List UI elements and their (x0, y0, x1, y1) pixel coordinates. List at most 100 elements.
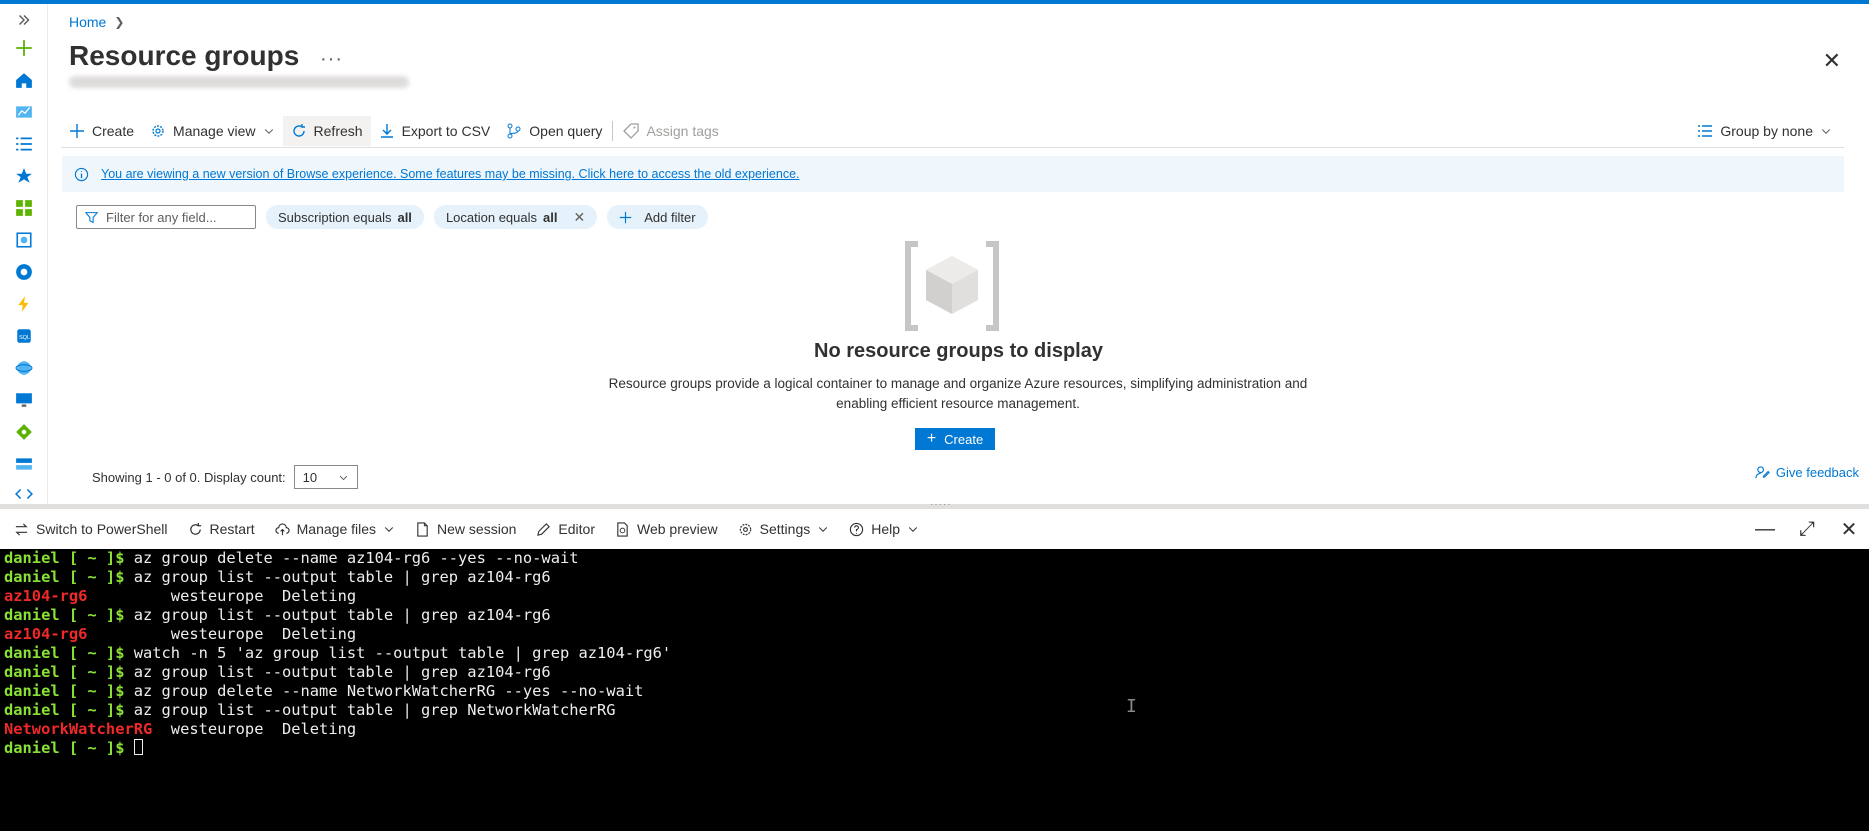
filter-input[interactable]: Filter for any field... (76, 205, 256, 229)
sql-database-icon[interactable]: SQL (14, 326, 34, 346)
subscription-filter-value: all (397, 209, 412, 225)
terminal-prompt: daniel [ ~ ]$ (4, 644, 134, 662)
location-filter-value: all (543, 209, 558, 225)
expand-menu-icon[interactable] (14, 10, 34, 30)
cloud-upload-icon (275, 522, 290, 535)
maximize-icon[interactable]: ⤢ (1797, 518, 1817, 541)
restart-icon (189, 522, 201, 535)
new-session-button[interactable]: New session (405, 514, 526, 544)
display-count-select[interactable]: 10 (293, 465, 358, 489)
remove-filter-icon[interactable]: ✕ (573, 209, 585, 226)
svg-text:SQL: SQL (19, 335, 30, 341)
resource-groups-icon[interactable] (14, 230, 34, 250)
open-query-label: Open query (529, 122, 603, 139)
terminal-output-rest: westeurope Deleting (152, 720, 357, 738)
function-app-icon[interactable] (14, 294, 34, 314)
terminal-prompt: daniel [ ~ ]$ (4, 606, 134, 624)
terminal-command: az group list --output table | grep az10… (133, 568, 551, 586)
switch-powershell-label: Switch to PowerShell (36, 521, 168, 537)
terminal-line: daniel [ ~ ]$ az group list --output tab… (4, 663, 1869, 682)
empty-desc-line1: Resource groups provide a logical contai… (608, 376, 1308, 391)
storage-accounts-icon[interactable] (14, 454, 34, 474)
breadcrumb: Home ❯ (69, 14, 124, 30)
export-csv-button[interactable]: Export to CSV (371, 116, 499, 146)
assign-tags-label: Assign tags (646, 122, 719, 139)
info-banner: You are viewing a new version of Browse … (62, 156, 1844, 192)
pagination-info: Showing 1 - 0 of 0. Display count: 10 (92, 465, 358, 489)
terminal-line: daniel [ ~ ]$ az group list --output tab… (4, 701, 1869, 720)
assign-tags-button[interactable]: Assign tags (615, 116, 726, 146)
terminal-prompt: daniel [ ~ ]$ (4, 701, 134, 719)
give-feedback-link[interactable]: Give feedback (1755, 465, 1859, 480)
give-feedback-label: Give feedback (1775, 465, 1859, 480)
account-subtitle-redacted (69, 76, 409, 88)
plus-icon: + (926, 430, 937, 447)
home-icon[interactable] (14, 70, 34, 90)
all-services-icon[interactable] (14, 134, 34, 154)
terminal-command: az group delete --name az104-rg6 --yes -… (133, 549, 579, 567)
subscription-filter-pill[interactable]: Subscription equals all (266, 205, 424, 229)
terminal-prompt: daniel [ ~ ]$ (4, 739, 134, 757)
terminal-command: az group list --output table | grep az10… (133, 663, 551, 681)
filter-placeholder: Filter for any field... (106, 209, 217, 225)
minimize-icon[interactable]: — (1755, 518, 1775, 541)
restart-button[interactable]: Restart (178, 514, 265, 544)
export-csv-label: Export to CSV (401, 122, 491, 139)
cosmos-db-icon[interactable] (14, 358, 34, 378)
close-blade-button[interactable]: ✕ (1823, 48, 1841, 74)
load-balancers-icon[interactable] (14, 422, 34, 442)
toolbar-divider (612, 120, 614, 141)
resource-group-empty-icon (905, 241, 999, 331)
display-count-value: 10 (302, 469, 318, 485)
app-services-icon[interactable] (14, 262, 34, 282)
create-button[interactable]: Create (61, 116, 142, 146)
empty-create-button[interactable]: + Create (915, 428, 995, 450)
terminal-prompt: daniel [ ~ ]$ (4, 568, 134, 586)
subscription-filter-prefix: Subscription equals (278, 209, 392, 225)
terminal-command: az group list --output table | grep Netw… (133, 701, 616, 719)
refresh-label: Refresh (313, 122, 363, 139)
feedback-person-icon (1755, 466, 1770, 479)
refresh-button[interactable]: Refresh (282, 115, 371, 146)
manage-files-button[interactable]: Manage files (265, 514, 405, 544)
help-label: Help (871, 521, 901, 537)
chevron-right-icon: ❯ (114, 15, 125, 29)
group-by-dropdown[interactable]: Group by none (1689, 116, 1840, 146)
dashboard-icon[interactable] (14, 102, 34, 122)
chevron-down-icon (908, 527, 918, 532)
terminal-cursor (133, 739, 143, 755)
settings-button[interactable]: Settings (728, 514, 840, 544)
empty-state-title: No resource groups to display (814, 340, 1103, 362)
plus-icon (70, 123, 84, 138)
manage-view-button[interactable]: Manage view (142, 116, 283, 146)
tag-icon (623, 122, 640, 139)
more-options-icon[interactable]: ··· (320, 48, 343, 71)
all-resources-icon[interactable] (14, 198, 34, 218)
empty-create-label: Create (944, 431, 984, 447)
editor-button[interactable]: Editor (526, 514, 605, 544)
add-filter-button[interactable]: Add filter (607, 205, 708, 229)
web-preview-icon (617, 521, 628, 537)
virtual-networks-icon[interactable] (14, 484, 34, 504)
terminal-output[interactable]: daniel [ ~ ]$ az group delete --name az1… (0, 549, 1869, 831)
old-experience-link[interactable]: You are viewing a new version of Browse … (101, 167, 800, 181)
breadcrumb-home[interactable]: Home (69, 14, 106, 30)
location-filter-pill[interactable]: Location equals all ✕ (433, 205, 598, 229)
favorites-star-icon[interactable] (14, 166, 34, 186)
empty-desc-line2: enabling efficient resource management. (836, 396, 1080, 411)
web-preview-button[interactable]: Web preview (605, 514, 728, 544)
create-resource-icon[interactable] (14, 38, 34, 58)
open-query-button[interactable]: Open query (498, 116, 610, 146)
chevron-down-icon (339, 475, 347, 480)
terminal-command: az group list --output table | grep az10… (133, 606, 551, 624)
chevron-down-icon (819, 527, 828, 532)
switch-powershell-button[interactable]: Switch to PowerShell (4, 514, 178, 544)
group-by-label: Group by none (1720, 122, 1813, 139)
editor-label: Editor (558, 521, 595, 537)
help-button[interactable]: Help (839, 514, 929, 544)
chevron-down-icon (384, 527, 394, 532)
restart-label: Restart (209, 521, 255, 537)
group-list-icon (1698, 124, 1713, 137)
virtual-machines-icon[interactable] (14, 390, 34, 410)
close-shell-icon[interactable]: ✕ (1839, 517, 1859, 542)
